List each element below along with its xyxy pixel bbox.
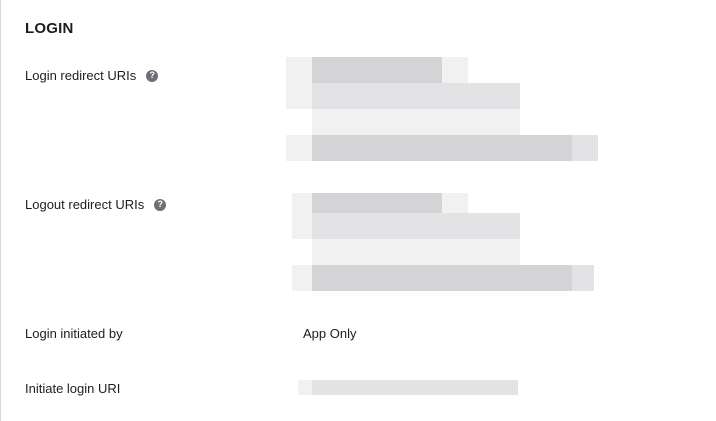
question-circle-icon[interactable]: ? bbox=[154, 198, 167, 211]
initiate-login-uri-value-redacted bbox=[298, 380, 518, 395]
redaction-pixel bbox=[312, 265, 572, 291]
redaction-pixel bbox=[286, 135, 312, 161]
logout-redirect-uris-values-redacted bbox=[292, 193, 594, 291]
redaction-pixel bbox=[292, 213, 312, 239]
login-initiated-by-label: Login initiated by bbox=[25, 326, 123, 341]
redaction-pixel bbox=[468, 83, 520, 109]
question-circle-icon[interactable]: ? bbox=[146, 69, 159, 82]
initiate-login-uri-label: Initiate login URI bbox=[25, 381, 121, 396]
redaction-pixel bbox=[572, 135, 598, 161]
redaction-pixel bbox=[312, 109, 364, 135]
redaction-pixel bbox=[292, 193, 312, 213]
login-redirect-uris-row-label: Login redirect URIs ? bbox=[25, 68, 159, 83]
redaction-pixel bbox=[442, 57, 468, 83]
redaction-pixel bbox=[312, 213, 520, 239]
redaction-pixel bbox=[364, 109, 520, 135]
section-title: LOGIN bbox=[25, 20, 74, 37]
login-redirect-uris-values-redacted bbox=[286, 57, 598, 161]
panel-left-border bbox=[0, 0, 1, 421]
redaction-pixel bbox=[312, 135, 572, 161]
login-redirect-uris-label: Login redirect URIs bbox=[25, 68, 137, 83]
redaction-pixel bbox=[298, 380, 312, 395]
redaction-pixel bbox=[312, 193, 442, 213]
redaction-pixel bbox=[442, 193, 468, 213]
redaction-pixel bbox=[312, 239, 520, 265]
redaction-pixel bbox=[292, 265, 312, 291]
redaction-pixel bbox=[312, 380, 518, 395]
redaction-pixel bbox=[572, 265, 594, 291]
redaction-pixel bbox=[286, 57, 312, 83]
logout-redirect-uris-label: Logout redirect URIs bbox=[25, 197, 145, 212]
login-initiated-by-value: App Only bbox=[303, 326, 357, 341]
logout-redirect-uris-row-label: Logout redirect URIs ? bbox=[25, 197, 167, 212]
redaction-pixel bbox=[312, 57, 442, 83]
redaction-pixel bbox=[286, 83, 312, 109]
